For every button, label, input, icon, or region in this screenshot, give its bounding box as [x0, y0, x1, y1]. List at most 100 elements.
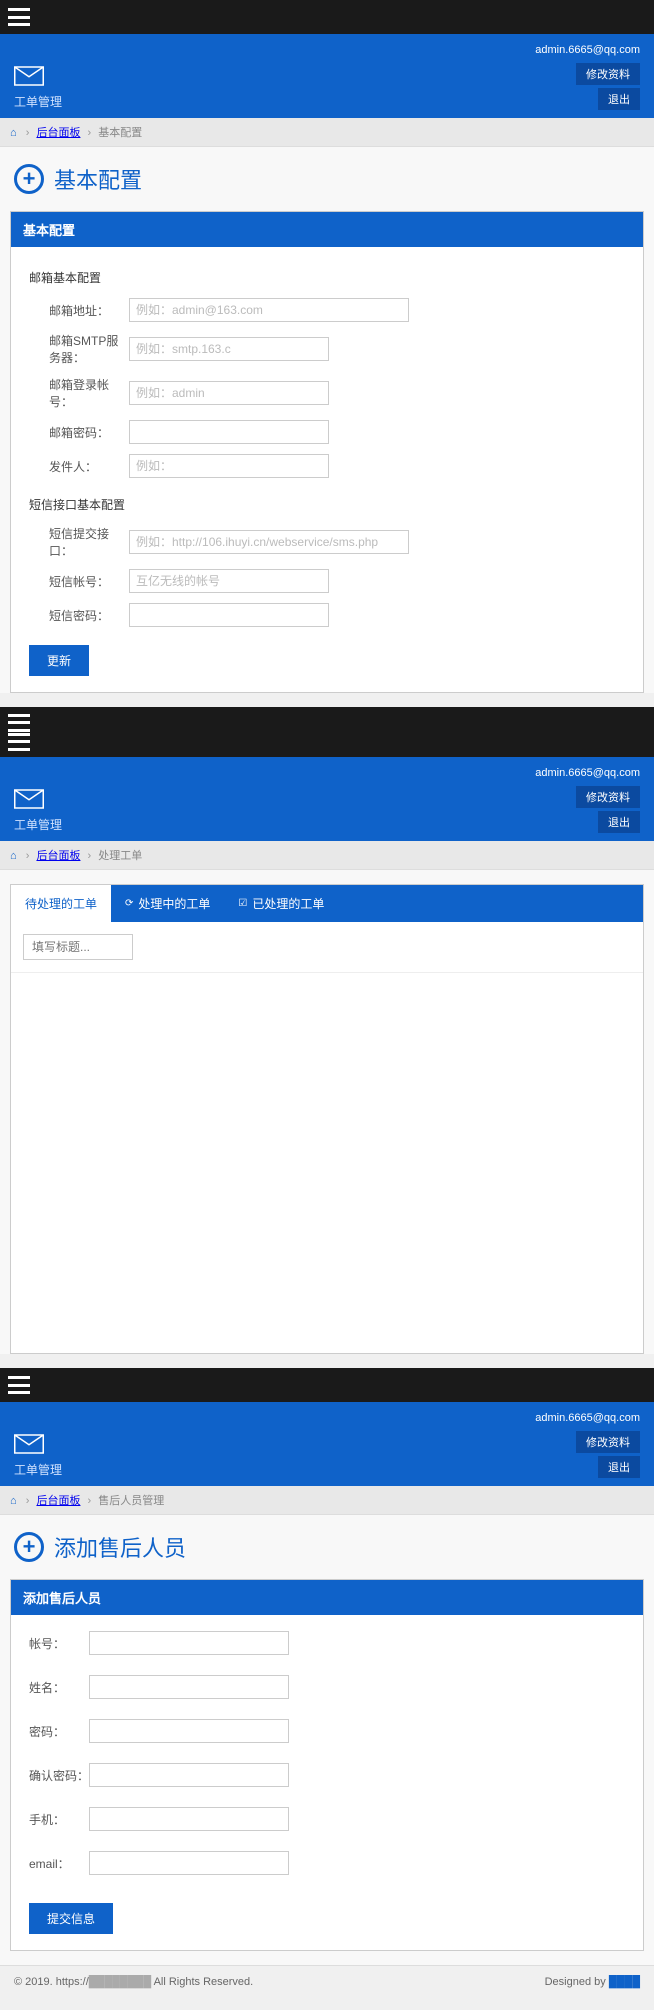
- user-menu: admin.6665@qq.com 修改资料 退出: [535, 44, 640, 110]
- edit-profile-button[interactable]: 修改资料: [576, 63, 640, 85]
- logout-button[interactable]: 退出: [598, 811, 640, 833]
- refresh-icon: ⟳: [125, 898, 133, 909]
- edit-profile-button[interactable]: 修改资料: [576, 1431, 640, 1453]
- page-title: 基本配置: [54, 163, 142, 195]
- update-button[interactable]: 更新: [29, 645, 89, 676]
- home-icon[interactable]: ⌂: [10, 850, 17, 862]
- tab-pending[interactable]: 待处理的工单: [11, 885, 111, 922]
- breadcrumb-current: 售后人员管理: [98, 1495, 164, 1507]
- topbar: [0, 707, 654, 757]
- topbar: [0, 1368, 654, 1402]
- screen-add-staff: 工单管理 admin.6665@qq.com 修改资料 退出 ⌂ › 后台面板 …: [0, 1368, 654, 1998]
- designed-by: Designed by ████: [545, 1976, 640, 1988]
- brand-text: 工单管理: [14, 93, 62, 110]
- home-icon[interactable]: ⌂: [10, 1495, 17, 1507]
- menu-icon[interactable]: [8, 1376, 30, 1394]
- menu-icon-2[interactable]: [8, 733, 30, 751]
- breadcrumb-current: 基本配置: [98, 127, 142, 139]
- mail-icon: [14, 66, 44, 89]
- menu-icon[interactable]: [8, 714, 30, 732]
- mail-icon: [14, 1434, 44, 1457]
- sms-pwd-input[interactable]: [129, 603, 329, 627]
- panel-title: 添加售后人员: [11, 1580, 643, 1615]
- brand: 工单管理: [14, 789, 62, 833]
- sms-acct-label: 短信帐号：: [29, 573, 129, 590]
- smtp-label: 邮箱SMTP服务器：: [29, 332, 129, 366]
- email-pwd-input[interactable]: [129, 420, 329, 444]
- user-menu: admin.6665@qq.com 修改资料 退出: [535, 767, 640, 833]
- header-bar: 工单管理 admin.6665@qq.com 修改资料 退出: [0, 1402, 654, 1486]
- confirm-label: 确认密码：: [29, 1767, 89, 1784]
- email-label: email：: [29, 1855, 89, 1872]
- screen-tickets: 工单管理 admin.6665@qq.com 修改资料 退出 ⌂ › 后台面板 …: [0, 707, 654, 1354]
- breadcrumb: ⌂ › 后台面板 › 售后人员管理: [0, 1486, 654, 1515]
- password-input[interactable]: [89, 1719, 289, 1743]
- email-addr-input[interactable]: [129, 298, 409, 322]
- account-label: 帐号：: [29, 1635, 89, 1652]
- staff-panel: 添加售后人员 帐号： 姓名： 密码： 确认密码： 手机：: [10, 1579, 644, 1951]
- breadcrumb-current: 处理工单: [98, 850, 142, 862]
- email-addr-label: 邮箱地址：: [29, 302, 129, 319]
- sms-pwd-label: 短信密码：: [29, 607, 129, 624]
- home-icon[interactable]: ⌂: [10, 127, 17, 139]
- smtp-input[interactable]: [129, 337, 329, 361]
- brand-text: 工单管理: [14, 1461, 62, 1478]
- plus-icon[interactable]: +: [14, 1532, 44, 1562]
- email-pwd-label: 邮箱密码：: [29, 424, 129, 441]
- search-row: [11, 922, 643, 973]
- check-icon: ☑: [238, 898, 247, 909]
- page-head: + 基本配置: [0, 147, 654, 211]
- tab-processing[interactable]: ⟳ 处理中的工单: [111, 885, 224, 922]
- footer: © 2019. https://████████ All Rights Rese…: [0, 1965, 654, 1998]
- sender-input[interactable]: [129, 454, 329, 478]
- name-input[interactable]: [89, 1675, 289, 1699]
- email-login-label: 邮箱登录帐号：: [29, 376, 129, 410]
- search-input[interactable]: [23, 934, 133, 960]
- password-label: 密码：: [29, 1723, 89, 1740]
- breadcrumb: ⌂ › 后台面板 › 基本配置: [0, 118, 654, 147]
- logout-button[interactable]: 退出: [598, 88, 640, 110]
- sms-api-label: 短信提交接口：: [29, 525, 129, 559]
- user-email[interactable]: admin.6665@qq.com: [535, 767, 640, 779]
- screen-basic-config: 工单管理 admin.6665@qq.com 修改资料 退出 ⌂ › 后台面板 …: [0, 0, 654, 693]
- menu-icon[interactable]: [8, 8, 30, 26]
- tabs: 待处理的工单 ⟳ 处理中的工单 ☑ 已处理的工单: [11, 885, 643, 922]
- page-title: 添加售后人员: [54, 1531, 186, 1563]
- ticket-list-empty: [11, 973, 643, 1353]
- header-bar: 工单管理 admin.6665@qq.com 修改资料 退出: [0, 34, 654, 118]
- email-section-title: 邮箱基本配置: [29, 269, 625, 286]
- account-input[interactable]: [89, 1631, 289, 1655]
- email-login-input[interactable]: [129, 381, 329, 405]
- breadcrumb-home[interactable]: 后台面板: [36, 1495, 80, 1507]
- header-bar: 工单管理 admin.6665@qq.com 修改资料 退出: [0, 757, 654, 841]
- page-head: + 添加售后人员: [0, 1515, 654, 1579]
- confirm-input[interactable]: [89, 1763, 289, 1787]
- topbar: [0, 0, 654, 34]
- config-panel: 基本配置 邮箱基本配置 邮箱地址： 邮箱SMTP服务器： 邮箱登录帐号： 邮箱密…: [10, 211, 644, 693]
- email-input[interactable]: [89, 1851, 289, 1875]
- edit-profile-button[interactable]: 修改资料: [576, 786, 640, 808]
- submit-button[interactable]: 提交信息: [29, 1903, 113, 1934]
- designer-link[interactable]: ████: [609, 1976, 640, 1988]
- phone-label: 手机：: [29, 1811, 89, 1828]
- breadcrumb-home[interactable]: 后台面板: [36, 850, 80, 862]
- brand-text: 工单管理: [14, 816, 62, 833]
- panel-title: 基本配置: [11, 212, 643, 247]
- brand: 工单管理: [14, 66, 62, 110]
- user-email[interactable]: admin.6665@qq.com: [535, 44, 640, 56]
- ticket-panel: 待处理的工单 ⟳ 处理中的工单 ☑ 已处理的工单: [10, 884, 644, 1354]
- user-email[interactable]: admin.6665@qq.com: [535, 1412, 640, 1424]
- sms-acct-input[interactable]: [129, 569, 329, 593]
- sms-api-input[interactable]: [129, 530, 409, 554]
- phone-input[interactable]: [89, 1807, 289, 1831]
- breadcrumb-home[interactable]: 后台面板: [36, 127, 80, 139]
- breadcrumb: ⌂ › 后台面板 › 处理工单: [0, 841, 654, 870]
- plus-icon[interactable]: +: [14, 164, 44, 194]
- copyright: © 2019. https://████████ All Rights Rese…: [14, 1976, 253, 1988]
- logout-button[interactable]: 退出: [598, 1456, 640, 1478]
- tab-done[interactable]: ☑ 已处理的工单: [224, 885, 338, 922]
- sender-label: 发件人：: [29, 458, 129, 475]
- user-menu: admin.6665@qq.com 修改资料 退出: [535, 1412, 640, 1478]
- mail-icon: [14, 789, 44, 812]
- name-label: 姓名：: [29, 1679, 89, 1696]
